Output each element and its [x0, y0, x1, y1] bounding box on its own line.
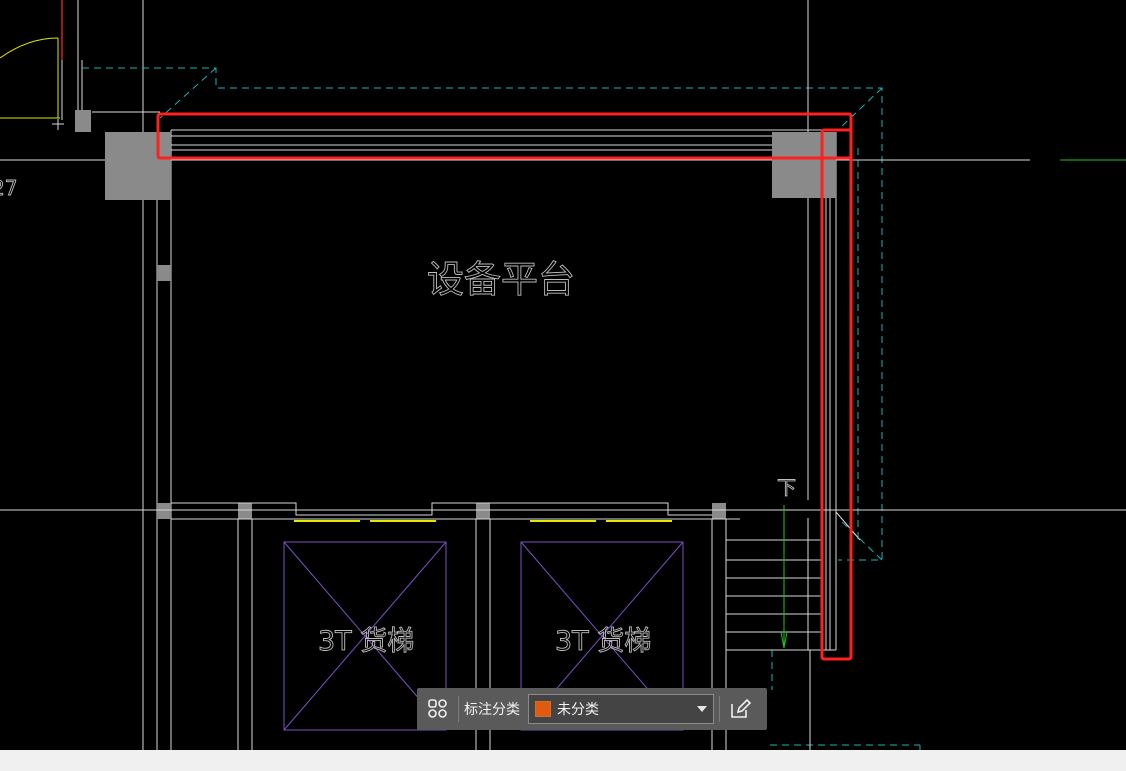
grid-cluster-icon: [428, 699, 447, 718]
bottom-status-bar: [0, 750, 1126, 771]
cad-drawing: 设备平台 3T 货梯 3T 货梯 下 27: [0, 0, 1126, 750]
toolbar-divider: [719, 696, 720, 722]
toolbar-divider: [458, 696, 459, 722]
structural-columns: [75, 110, 836, 519]
elevator-right-label: 3T 货梯: [555, 626, 651, 657]
cad-viewport[interactable]: 设备平台 3T 货梯 3T 货梯 下 27: [0, 0, 1126, 750]
stair-treads: [726, 511, 861, 651]
chevron-down-icon: [697, 706, 707, 712]
edge-number-label: 27: [0, 176, 17, 200]
door-swing-arc: [0, 37, 59, 59]
category-dropdown[interactable]: 未分类: [528, 694, 714, 724]
stair-arrow: [780, 505, 788, 649]
highlight-boxes: [156, 112, 853, 661]
category-label: 标注分类: [464, 702, 520, 718]
layout-button[interactable]: [423, 694, 453, 724]
room-label: 设备平台: [427, 258, 575, 301]
annotation-toolbar: 标注分类 未分类: [417, 688, 767, 730]
elevator-left-label: 3T 货梯: [318, 626, 414, 657]
category-selected-value: 未分类: [557, 702, 599, 718]
stair-direction-label: 下: [777, 477, 796, 499]
edit-note-icon: [731, 698, 752, 718]
edit-note-button[interactable]: [725, 694, 755, 724]
category-color-swatch: [535, 701, 551, 717]
